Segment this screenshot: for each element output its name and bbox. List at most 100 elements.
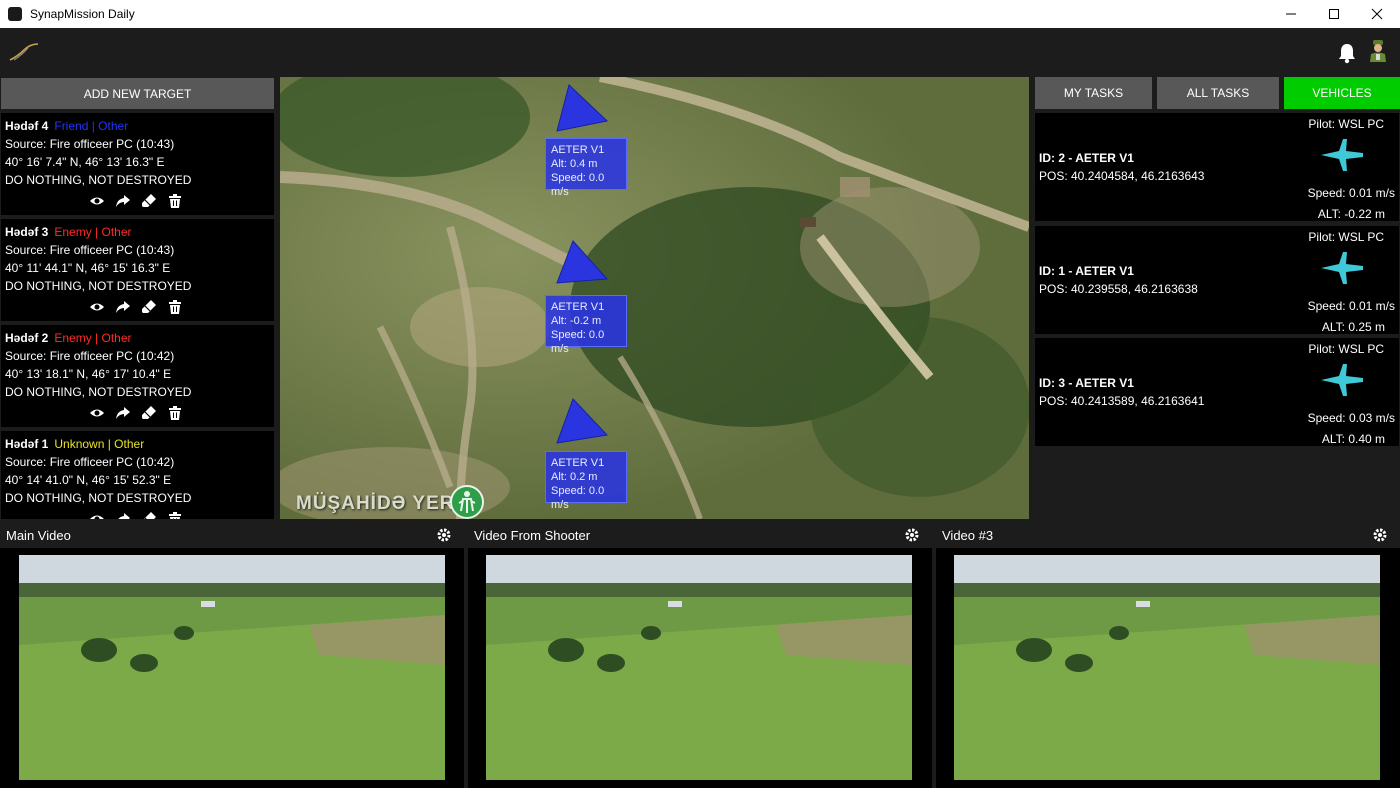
tab-vehicles[interactable]: VEHICLES [1284, 77, 1400, 109]
drone-name: AETER V1 [551, 457, 605, 469]
plane-icon [1321, 139, 1363, 171]
trash-icon[interactable] [167, 511, 183, 519]
vehicle-pos: POS: 40.239558, 46.2163638 [1039, 282, 1198, 296]
share-icon[interactable] [115, 511, 131, 519]
video-frame[interactable] [19, 555, 445, 780]
target-coords: 40° 11' 44.1" N, 46° 15' 16.3" E [5, 261, 171, 275]
window-title: SynapMission Daily [30, 7, 135, 21]
observer-marker-icon[interactable] [450, 485, 484, 519]
bell-icon[interactable] [1337, 42, 1357, 64]
vehicle-pilot: Pilot: WSL PC [1308, 117, 1384, 131]
vehicle-id: ID: 3 - AETER V1 [1039, 376, 1134, 390]
drone-alt: Alt: -0.2 m [551, 315, 602, 327]
target-status: DO NOTHING, NOT DESTROYED [5, 173, 192, 187]
eraser-icon[interactable] [141, 511, 157, 519]
vehicle-speed: Speed: 0.01 m/s [1307, 186, 1395, 200]
target-status: DO NOTHING, NOT DESTROYED [5, 279, 192, 293]
vehicle-card[interactable]: Pilot: WSL PC ID: 3 - AETER V1 POS: 40.2… [1035, 338, 1399, 446]
target-card[interactable]: Hədəf 4 Friend | Other Source: Fire offic… [1, 113, 274, 215]
maximize-button[interactable] [1311, 0, 1357, 28]
vehicle-alt: ALT: 0.25 m [1321, 320, 1385, 334]
plane-icon [1321, 364, 1363, 396]
video-scene [486, 555, 912, 780]
eye-icon[interactable] [89, 299, 105, 315]
video-panel-main: Main Video [0, 522, 464, 788]
target-type: Unknown | Other [54, 437, 145, 451]
target-type: Friend | Other [54, 119, 129, 133]
satellite-map[interactable]: AETER V1 Alt: 0.4 m Speed: 0.0 m/s AETER… [280, 77, 1029, 519]
vehicle-pilot: Pilot: WSL PC [1308, 342, 1384, 356]
add-new-target-button[interactable]: ADD NEW TARGET [1, 78, 274, 109]
video-panels: Main Video Video From Shooter Video #3 [0, 522, 1400, 788]
target-type: Enemy | Other [54, 331, 132, 345]
target-source: Source: Fire officeer PC (10:42) [5, 349, 175, 363]
target-source: Source: Fire officeer PC (10:42) [5, 455, 175, 469]
app-toolbar [0, 28, 1400, 77]
eraser-icon[interactable] [141, 405, 157, 421]
target-type: Enemy | Other [54, 225, 132, 239]
vehicle-card[interactable]: Pilot: WSL PC ID: 1 - AETER V1 POS: 40.2… [1035, 226, 1399, 334]
video-panel-shooter: Video From Shooter [468, 522, 932, 788]
target-coords: 40° 16' 7.4" N, 46° 13' 16.3" E [5, 155, 165, 169]
target-source: Source: Fire officeer PC (10:43) [5, 243, 175, 257]
eraser-icon[interactable] [141, 193, 157, 209]
vehicle-speed: Speed: 0.03 m/s [1307, 411, 1395, 425]
target-name: Hədəf 2 [5, 331, 49, 345]
target-card[interactable]: Hədəf 3 Enemy | Other Source: Fire office… [1, 219, 274, 321]
target-status: DO NOTHING, NOT DESTROYED [5, 385, 192, 399]
eraser-icon[interactable] [141, 299, 157, 315]
trash-icon[interactable] [167, 193, 183, 209]
video-title: Video #3 [942, 527, 994, 543]
vehicle-id: ID: 2 - AETER V1 [1039, 151, 1134, 165]
gear-icon[interactable] [1372, 527, 1388, 543]
vehicle-alt: ALT: 0.40 m [1321, 432, 1385, 446]
drone-name: AETER V1 [551, 301, 605, 313]
drone-marker-icon[interactable] [555, 239, 609, 285]
video-scene [19, 555, 445, 780]
target-coords: 40° 14' 41.0" N, 46° 15' 52.3" E [5, 473, 172, 487]
target-name: Hədəf 4 [5, 119, 49, 133]
tab-all-tasks[interactable]: ALL TASKS [1157, 77, 1279, 109]
map-terrain [280, 77, 1029, 519]
drone-alt: Alt: 0.4 m [551, 158, 598, 170]
minimize-button[interactable] [1268, 0, 1314, 28]
trash-icon[interactable] [167, 405, 183, 421]
drone-label: AETER V1 Alt: 0.2 m Speed: 0.0 m/s [545, 451, 627, 511]
eye-icon[interactable] [89, 511, 105, 519]
eye-icon[interactable] [89, 405, 105, 421]
share-icon[interactable] [115, 405, 131, 421]
eye-icon[interactable] [89, 193, 105, 209]
target-card[interactable]: Hədəf 2 Enemy | Other Source: Fire office… [1, 325, 274, 427]
observer-label: MÜŞAHİDƏ YERİ [296, 493, 461, 514]
drone-marker-icon[interactable] [555, 83, 609, 133]
gear-icon[interactable] [436, 527, 452, 543]
drone-marker-icon[interactable] [555, 397, 609, 445]
drone-name: AETER V1 [551, 144, 605, 156]
targets-panel: ADD NEW TARGET Hədəf 4 Friend | Other Sou… [0, 77, 275, 519]
video-frame[interactable] [954, 555, 1380, 780]
close-button[interactable] [1354, 0, 1400, 28]
vehicle-pos: POS: 40.2413589, 46.2163641 [1039, 394, 1205, 408]
share-icon[interactable] [115, 299, 131, 315]
plane-icon [1321, 252, 1363, 284]
avatar-icon[interactable] [1368, 39, 1388, 63]
drone-alt: Alt: 0.2 m [551, 471, 598, 483]
vehicle-pos: POS: 40.2404584, 46.2163643 [1039, 169, 1205, 183]
drone-speed: Speed: 0.0 m/s [551, 172, 605, 198]
target-card[interactable]: Hədəf 1 Unknown | Other Source: Fire offi… [1, 431, 274, 519]
app-logo-icon [9, 43, 39, 61]
vehicle-alt: ALT: -0.22 m [1317, 207, 1385, 221]
video-frame[interactable] [486, 555, 912, 780]
trash-icon[interactable] [167, 299, 183, 315]
vehicle-speed: Speed: 0.01 m/s [1307, 299, 1395, 313]
vehicle-card[interactable]: Pilot: WSL PC ID: 2 - AETER V1 POS: 40.2… [1035, 113, 1399, 221]
share-icon[interactable] [115, 193, 131, 209]
video-panel-3: Video #3 [936, 522, 1400, 788]
gear-icon[interactable] [904, 527, 920, 543]
target-list[interactable]: Hədəf 4 Friend | Other Source: Fire offic… [0, 112, 275, 519]
target-name: Hədəf 1 [5, 437, 49, 451]
target-status: DO NOTHING, NOT DESTROYED [5, 491, 192, 505]
minimize-icon [1286, 13, 1296, 15]
tab-my-tasks[interactable]: MY TASKS [1035, 77, 1152, 109]
drone-speed: Speed: 0.0 m/s [551, 485, 605, 511]
